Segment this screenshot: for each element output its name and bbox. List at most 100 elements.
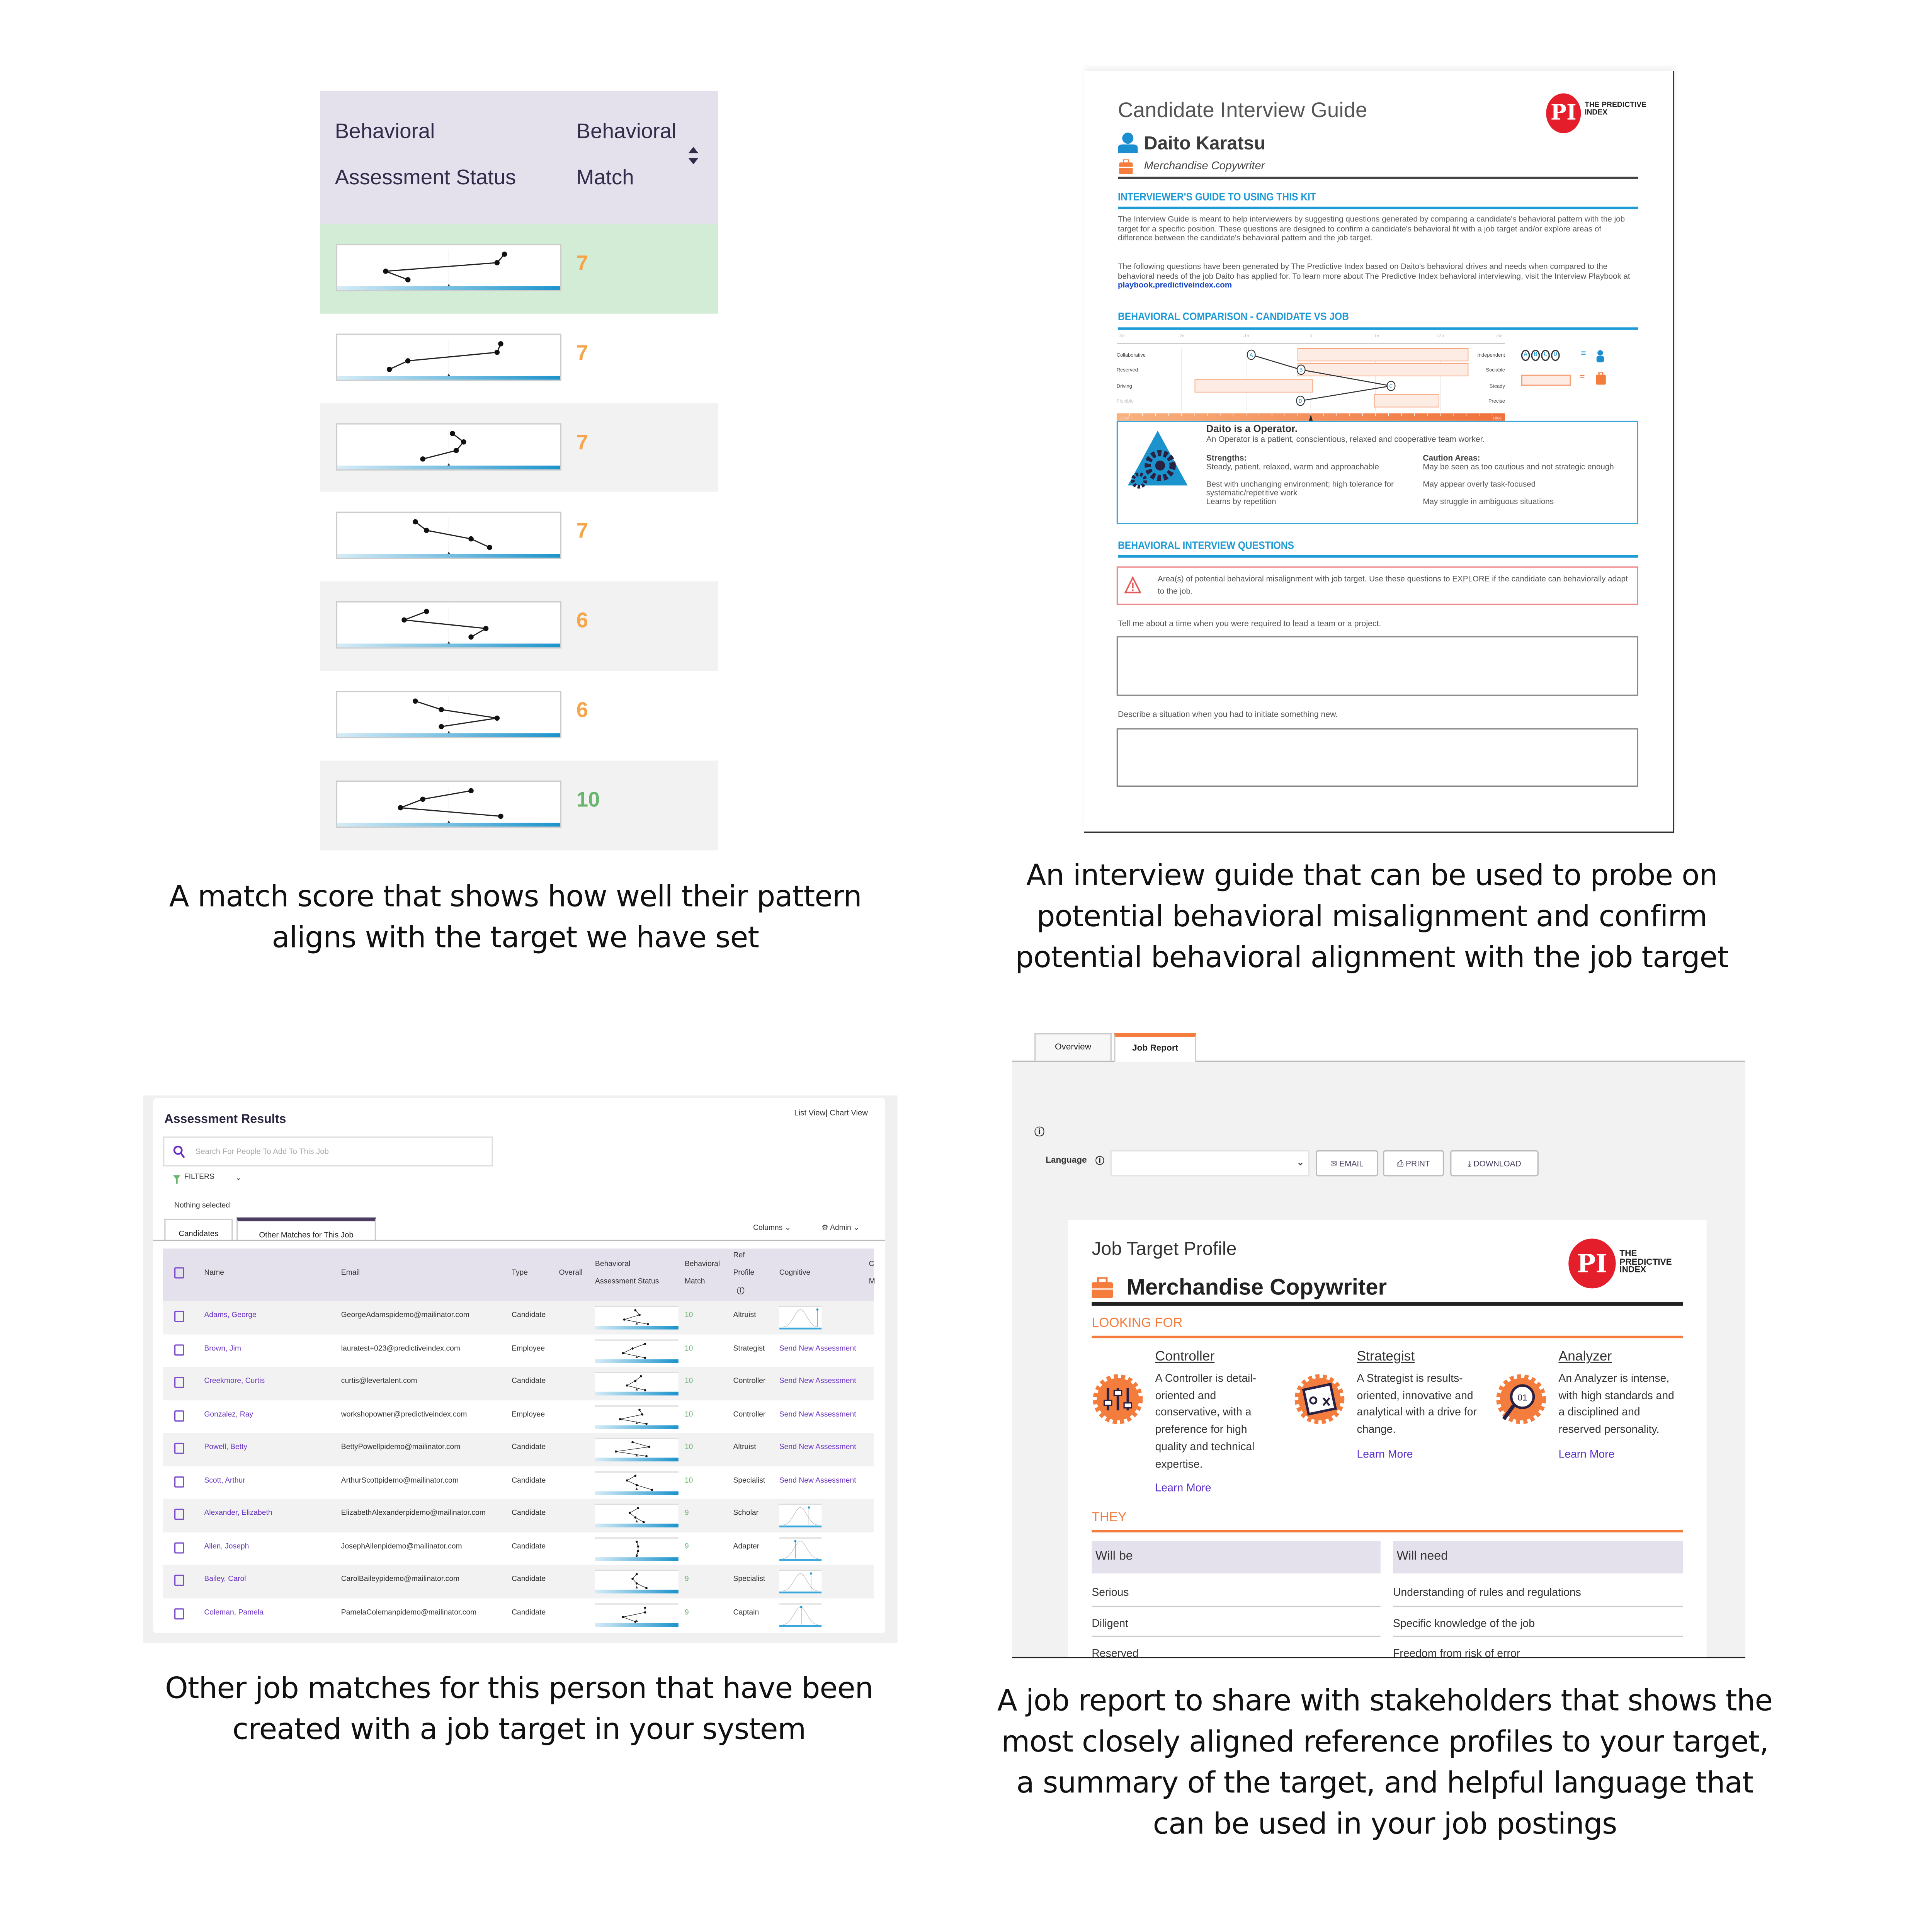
pattern-box[interactable] [595, 1503, 679, 1527]
select-all-checkbox[interactable] [174, 1267, 184, 1279]
download-button[interactable]: ⤓ DOWNLOAD [1450, 1150, 1539, 1177]
search-input[interactable]: Search For People To Add To This Job [163, 1136, 493, 1167]
info-icon[interactable]: ⓘ [1095, 1155, 1104, 1168]
person-name-link[interactable]: Powell, Betty [204, 1444, 247, 1451]
row-checkbox[interactable] [174, 1410, 184, 1421]
profile-name-link[interactable]: Analyzer [1558, 1349, 1612, 1364]
pattern-box[interactable] [595, 1471, 679, 1495]
table-row[interactable]: Adams, George GeorgeAdamspidemo@mailinato… [163, 1301, 874, 1334]
table-row[interactable]: Creekmore, Curtis curtis@levertalent.com C… [163, 1367, 874, 1400]
table-row[interactable]: Coleman, Pamela PamelaColemanpidemo@maili… [163, 1597, 874, 1631]
playbook-link[interactable]: playbook.predictiveindex.com [1118, 282, 1232, 291]
answer-box-1[interactable] [1116, 636, 1638, 696]
person-name-link[interactable]: Creekmore, Curtis [204, 1378, 265, 1385]
row-checkbox[interactable] [174, 1541, 184, 1553]
pattern-box[interactable] [595, 1602, 679, 1627]
table-row[interactable]: Bailey, Carol CarolBaileypidemo@mailinato… [163, 1565, 874, 1598]
pattern-box[interactable] [595, 1570, 679, 1594]
row-checkbox[interactable] [174, 1476, 184, 1487]
will-need-item: Freedom from risk of error [1393, 1637, 1683, 1657]
profile-name-link[interactable]: Controller [1155, 1349, 1215, 1364]
person-name-link[interactable]: Gonzalez, Ray [204, 1411, 253, 1418]
table-row[interactable]: Gonzalez, Ray workshopowner@predictiveind… [163, 1400, 874, 1433]
pattern-point-B [461, 439, 466, 444]
person-name-link[interactable]: Bailey, Carol [204, 1576, 246, 1583]
pattern-box[interactable] [595, 1372, 679, 1396]
filters-button[interactable]: FILTERS ⌄ [173, 1174, 248, 1186]
header-match-line1[interactable]: Behavioral [577, 119, 677, 144]
tab-candidates[interactable]: Candidates [164, 1218, 233, 1240]
row-checkbox[interactable] [174, 1344, 184, 1355]
send-new-assessment-link[interactable]: Send New Assessment [779, 1345, 856, 1352]
print-button[interactable]: ⎙ PRINT [1383, 1150, 1444, 1177]
send-new-assessment-link[interactable]: Send New Assessment [779, 1378, 856, 1385]
pattern-point-B [637, 1544, 639, 1547]
pattern-line [389, 343, 502, 370]
person-name-link[interactable]: Brown, Jim [204, 1345, 241, 1352]
person-name-link[interactable]: Scott, Arthur [204, 1477, 245, 1484]
row-checkbox[interactable] [174, 1607, 184, 1619]
person-name-link[interactable]: Adams, George [204, 1312, 256, 1320]
x-tick-label: +3σ [1495, 334, 1503, 338]
pattern-box[interactable] [595, 1437, 679, 1462]
send-new-assessment-link[interactable]: Send New Assessment [779, 1444, 856, 1451]
pattern-box[interactable] [595, 1306, 679, 1330]
table-row[interactable]: Alexander, Elizabeth ElizabethAlexanderpi… [163, 1498, 874, 1532]
match-row[interactable]: 6 [320, 582, 718, 672]
learn-more-link[interactable]: Learn More [1357, 1446, 1479, 1463]
person-name-link[interactable]: Coleman, Pamela [204, 1609, 264, 1616]
cognitive-baseline [779, 1526, 822, 1527]
sort-arrows-icon[interactable] [688, 147, 699, 165]
row-checkbox[interactable] [174, 1509, 184, 1520]
sparkline-baseline [337, 286, 560, 290]
pattern-box[interactable] [595, 1537, 679, 1561]
row-checkbox[interactable] [174, 1311, 184, 1322]
language-select[interactable]: ⌄ [1110, 1150, 1310, 1177]
learn-more-link[interactable]: Learn More [1558, 1446, 1680, 1463]
table-row[interactable]: Brown, Jim lauratest+023@predictiveindex.… [163, 1333, 874, 1367]
strengths-label: Strengths: [1206, 454, 1247, 463]
pattern-box[interactable] [595, 1405, 679, 1429]
table-row[interactable]: Allen, Joseph JosephAllenpidemo@mailinato… [163, 1532, 874, 1565]
match-row[interactable]: 7 [320, 403, 718, 493]
operator-gears-icon [1128, 430, 1188, 489]
match-row[interactable]: 6 [320, 671, 718, 761]
cognitive-baseline [779, 1558, 822, 1561]
match-row[interactable]: 10 [320, 760, 718, 850]
row-checkbox[interactable] [174, 1377, 184, 1388]
pattern-point-B [494, 260, 500, 265]
person-name-link[interactable]: Allen, Joseph [204, 1543, 249, 1550]
match-row[interactable]: 7 [320, 313, 718, 403]
learn-more-link[interactable]: Learn More [1155, 1480, 1277, 1497]
gear-icon: ⚙ [821, 1225, 828, 1233]
question-1: Tell me about a time when you were requi… [1117, 620, 1381, 629]
behavioral-match-score: 10 [684, 1345, 693, 1353]
email: workshopowner@predictiveindex.com [341, 1411, 467, 1419]
info-icon[interactable]: ⓘ [737, 1285, 744, 1296]
profile-name-link[interactable]: Strategist [1357, 1349, 1415, 1364]
send-new-assessment-link[interactable]: Send New Assessment [779, 1477, 856, 1484]
row-checkbox[interactable] [174, 1442, 184, 1454]
email: CarolBaileypidemo@mailinator.com [341, 1576, 460, 1583]
view-toggle[interactable]: List View| Chart View [794, 1109, 868, 1118]
tab-job-report[interactable]: Job Report [1114, 1033, 1196, 1062]
pattern-point-D [646, 1323, 649, 1325]
send-new-assessment-link[interactable]: Send New Assessment [779, 1411, 856, 1418]
admin-dropdown[interactable]: ⚙ Admin ⌄ [821, 1224, 859, 1233]
tab-overview[interactable]: Overview [1034, 1033, 1112, 1061]
table-row[interactable]: Scott, Arthur ArthurScottpidemo@mailinato… [163, 1466, 874, 1499]
columns-dropdown[interactable]: Columns ⌄ [753, 1224, 791, 1233]
header-match-line2[interactable]: Match [577, 165, 634, 190]
chevron-down-icon: ⌄ [784, 1225, 791, 1233]
info-icon[interactable]: ⓘ [1034, 1125, 1044, 1139]
row-checkbox[interactable] [174, 1575, 184, 1586]
answer-box-2[interactable] [1116, 728, 1638, 787]
pattern-point-D [439, 724, 444, 730]
table-row[interactable]: Powell, Betty BettyPowellpidemo@mailinato… [163, 1433, 874, 1466]
match-row[interactable]: 7 [320, 492, 718, 582]
person-name-link[interactable]: Alexander, Elizabeth [204, 1510, 272, 1517]
tab-other-matches[interactable]: Other Matches for This Job [236, 1217, 376, 1241]
match-row[interactable]: 7 [320, 224, 718, 314]
pattern-box[interactable] [595, 1338, 679, 1363]
email-button[interactable]: ✉ EMAIL [1316, 1150, 1378, 1177]
